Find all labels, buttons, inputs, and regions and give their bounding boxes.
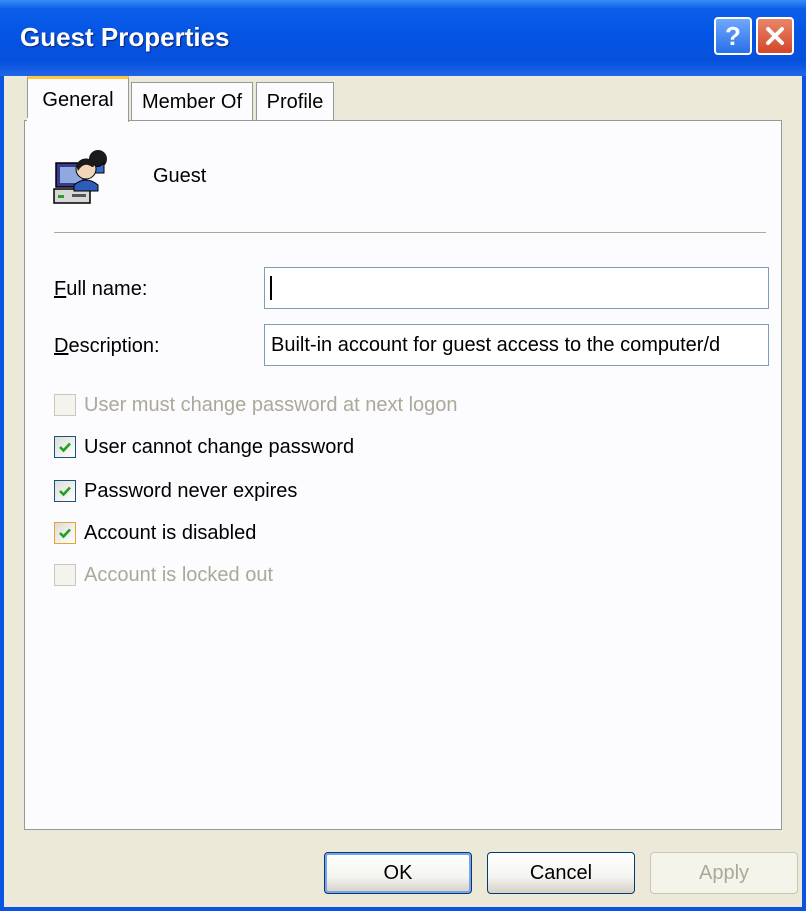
password-never-expires-label: Password never expires — [84, 479, 298, 502]
description-label: Description: — [54, 335, 160, 358]
account-disabled-label: Account is disabled — [84, 521, 257, 544]
must-change-password-checkbox[interactable] — [54, 394, 76, 416]
must-change-password-label: User must change password at next logon — [84, 393, 458, 416]
check-mark-icon — [59, 442, 71, 453]
apply-button-label: Apply — [698, 861, 750, 884]
cannot-change-password-checkbox[interactable] — [54, 436, 76, 458]
account-disabled-option[interactable]: Account is disabled — [54, 520, 256, 546]
text-caret — [270, 276, 272, 300]
tab-general-label: General — [42, 89, 114, 111]
password-never-expires-checkbox[interactable] — [54, 480, 76, 502]
cannot-change-password-option[interactable]: User cannot change password — [54, 434, 354, 460]
title-bar[interactable]: Guest Properties ? — [0, 0, 806, 76]
full-name-input[interactable] — [264, 267, 769, 309]
close-button[interactable] — [756, 17, 794, 55]
account-disabled-checkbox[interactable] — [54, 522, 76, 544]
header-separator — [54, 232, 766, 234]
ok-button-label: OK — [383, 861, 413, 884]
active-tab-joint — [27, 118, 127, 122]
check-mark-icon — [59, 486, 71, 497]
full-name-mnemonic: F — [54, 278, 67, 300]
must-change-password-option[interactable]: User must change password at next logon — [54, 392, 458, 418]
check-mark-icon — [59, 528, 71, 539]
close-icon — [766, 27, 784, 45]
account-locked-out-label: Account is locked out — [84, 563, 273, 586]
tab-member-of-label: Member Of — [141, 91, 243, 113]
description-mnemonic: D — [54, 335, 69, 357]
password-never-expires-option[interactable]: Password never expires — [54, 478, 297, 504]
description-input[interactable] — [264, 324, 769, 366]
account-locked-out-option[interactable]: Account is locked out — [54, 562, 273, 588]
tab-panel-general — [24, 120, 782, 830]
tab-profile[interactable]: Profile — [256, 82, 334, 122]
apply-button[interactable]: Apply — [650, 852, 798, 894]
help-icon: ? — [725, 21, 741, 51]
user-account-icon — [53, 150, 107, 204]
full-name-label-text: ull name: — [66, 278, 148, 300]
tab-profile-label: Profile — [266, 91, 324, 113]
window-title: Guest Properties — [20, 22, 230, 52]
tab-member-of[interactable]: Member Of — [131, 82, 253, 122]
cancel-button[interactable]: Cancel — [487, 852, 635, 894]
ok-button[interactable]: OK — [324, 852, 472, 894]
cancel-button-label: Cancel — [529, 861, 593, 884]
cannot-change-password-label: User cannot change password — [84, 435, 355, 458]
full-name-label: Full name: — [54, 278, 147, 301]
user-name: Guest — [153, 165, 207, 187]
tab-general[interactable]: General — [27, 76, 129, 122]
description-label-text: escription: — [68, 335, 160, 357]
account-locked-out-checkbox[interactable] — [54, 564, 76, 586]
help-button[interactable]: ? — [714, 17, 752, 55]
